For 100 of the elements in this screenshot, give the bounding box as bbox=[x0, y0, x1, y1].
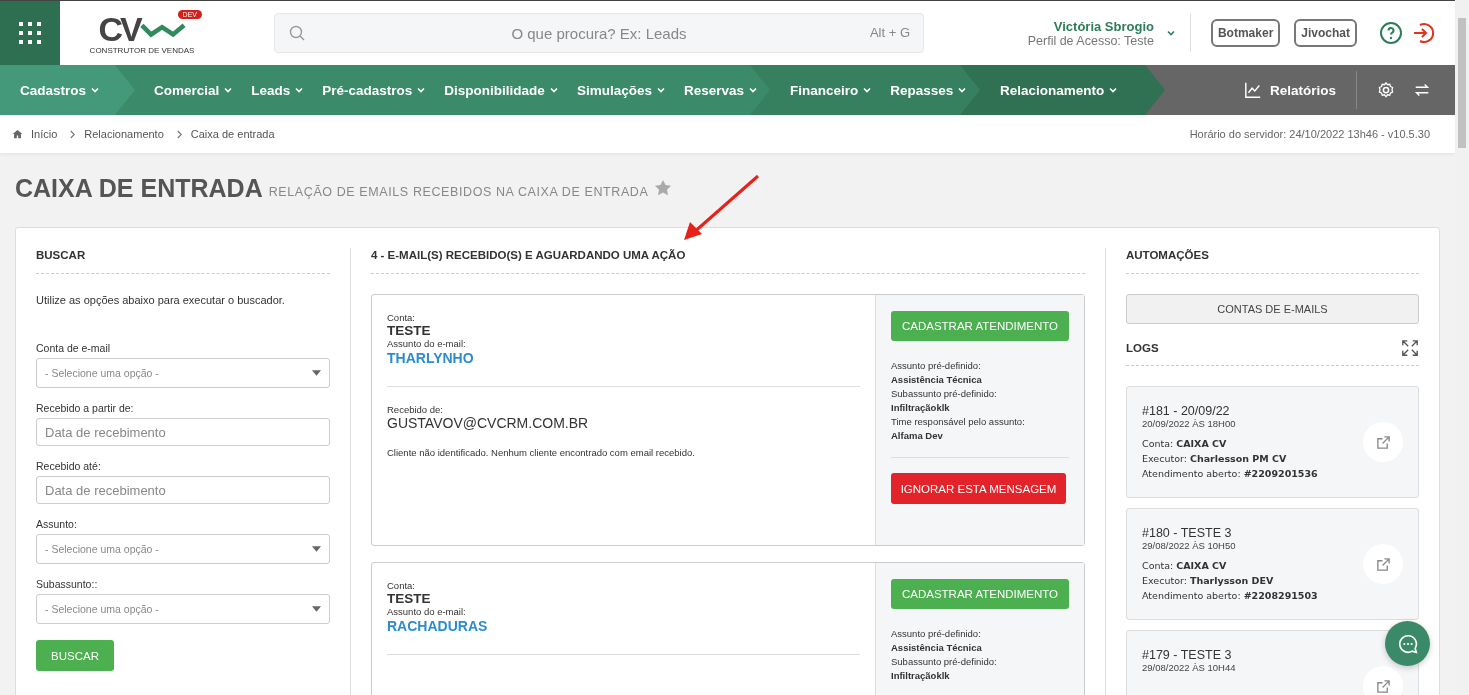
chat-service-button[interactable]: Jivochat bbox=[1294, 19, 1357, 47]
expand-icon[interactable] bbox=[1401, 339, 1419, 357]
section-heading: BUSCAR bbox=[36, 248, 330, 274]
register-button[interactable]: CADASTRAR ATENDIMENTO bbox=[891, 579, 1069, 609]
field-label: Subassunto pré-definido: bbox=[891, 387, 998, 401]
field-value: Assistência Técnica bbox=[891, 641, 983, 655]
chevron-down-icon bbox=[223, 85, 234, 95]
swap-icon[interactable] bbox=[1413, 81, 1431, 99]
field-value: Alfama Dev bbox=[891, 429, 944, 443]
shortcut-hint: Alt + G bbox=[869, 25, 910, 40]
log-title: #180 - TESTE 3 bbox=[1142, 526, 1233, 540]
chevron-down-icon bbox=[748, 85, 758, 95]
reports-link[interactable]: Relatórios bbox=[1243, 81, 1336, 99]
open-link-button[interactable] bbox=[1363, 422, 1403, 462]
breadcrumb-link[interactable]: Caixa de entrada bbox=[190, 128, 275, 140]
select-field[interactable]: - Selecione uma opção - bbox=[36, 534, 330, 564]
field-label: Assunto pré-definido: bbox=[891, 359, 982, 373]
log-title: #181 - 20/09/22 bbox=[1142, 404, 1231, 418]
nav-menu-item[interactable]: Leads bbox=[251, 82, 305, 98]
caret-icon bbox=[312, 546, 321, 552]
apps-menu-button[interactable] bbox=[0, 0, 60, 66]
date-input-field[interactable]: Data de recebimento bbox=[36, 418, 330, 446]
chevron-right-icon bbox=[175, 129, 183, 139]
field-value: Infiltraçãoklk bbox=[891, 401, 951, 415]
log-detail: Atendimento aberto: #2209201536 bbox=[1142, 467, 1319, 481]
field-label: Conta: bbox=[387, 580, 416, 591]
grid-icon bbox=[18, 21, 42, 45]
search-hint: Utilize as opções abaixo para executar o buscador. bbox=[36, 294, 286, 306]
field-label: Assunto do e-mail: bbox=[387, 606, 467, 617]
log-date: 20/09/2022 ÀS 18H00 bbox=[1142, 418, 1237, 429]
log-detail: Conta: CAIXA CV bbox=[1142, 559, 1228, 573]
external-link-icon bbox=[1375, 556, 1391, 572]
page-title: CAIXA DE ENTRADA bbox=[15, 173, 263, 203]
help-icon[interactable] bbox=[1379, 21, 1403, 45]
nav-menu-item[interactable]: Cadastros bbox=[20, 82, 101, 98]
external-link-icon bbox=[1375, 678, 1391, 694]
chat-bubble-icon bbox=[1396, 632, 1419, 655]
nav-menu-item[interactable]: Repasses bbox=[890, 82, 968, 98]
chat-service-button[interactable]: Botmaker bbox=[1210, 19, 1281, 47]
log-detail: Executor: Charlesson PM CV bbox=[1142, 452, 1288, 466]
nav-menu-item[interactable]: Financeiro bbox=[790, 82, 873, 98]
field-label: Recebido de: bbox=[387, 404, 444, 415]
ignore-button[interactable]: IGNORAR ESTA MENSAGEM bbox=[891, 473, 1066, 504]
chevron-down-icon bbox=[548, 85, 559, 95]
date-input-field[interactable]: Data de recebimento bbox=[36, 476, 330, 504]
field-label: Conta de e-mail bbox=[36, 342, 112, 354]
select-field[interactable]: - Selecione uma opção - bbox=[36, 594, 330, 624]
field-label: Assunto: bbox=[36, 518, 78, 530]
logout-icon[interactable] bbox=[1411, 21, 1435, 45]
log-detail: Atendimento aberto: #2208291503 bbox=[1142, 589, 1319, 603]
home-icon bbox=[12, 129, 23, 139]
breadcrumb-link[interactable]: Relacionamento bbox=[84, 128, 164, 140]
log-detail: Executor: Tharlysson DEV bbox=[1142, 574, 1275, 588]
chevron-right-icon bbox=[69, 129, 77, 139]
field-value: Assistência Técnica bbox=[891, 373, 983, 387]
log-date: 29/08/2022 ÀS 10H44 bbox=[1142, 662, 1237, 673]
nav-menu-item[interactable]: Disponibilidade bbox=[444, 82, 559, 98]
server-time: Horário do servidor: 24/10/2022 13h46 - v10.5.30 bbox=[1189, 128, 1430, 140]
sender-email: GUSTAVOV@CVCRM.COM.BR bbox=[387, 415, 590, 431]
log-date: 29/08/2022 ÀS 10H50 bbox=[1142, 540, 1237, 551]
register-button[interactable]: CADASTRAR ATENDIMENTO bbox=[891, 311, 1069, 341]
search-button[interactable]: BUSCAR bbox=[36, 640, 114, 671]
account-name: TESTE bbox=[387, 591, 432, 606]
email-accounts-button[interactable]: CONTAS DE E-MAILS bbox=[1126, 294, 1419, 324]
field-label: Assunto do e-mail: bbox=[387, 338, 467, 349]
email-subject-link[interactable]: THARLYNHO bbox=[387, 350, 860, 366]
field-label: Subassunto:: bbox=[36, 578, 99, 590]
chevron-down-icon bbox=[655, 85, 666, 95]
field-label: Recebido até: bbox=[36, 460, 102, 472]
settings-icon[interactable] bbox=[1377, 81, 1395, 99]
field-label: Assunto pré-definido: bbox=[891, 627, 982, 641]
open-link-button[interactable] bbox=[1363, 544, 1403, 584]
chevron-down-icon bbox=[294, 85, 305, 95]
breadcrumb-link[interactable]: Início bbox=[31, 128, 58, 140]
select-field[interactable]: - Selecione uma opção - bbox=[36, 358, 330, 388]
field-label: Time responsável pelo assunto: bbox=[891, 415, 1026, 429]
field-label: Recebido a partir de: bbox=[36, 402, 135, 414]
account-name: TESTE bbox=[387, 323, 432, 338]
nav-menu-item[interactable]: Comercial bbox=[154, 82, 234, 98]
chevron-down-icon bbox=[862, 85, 873, 95]
nav-menu-item[interactable]: Reservas bbox=[683, 82, 758, 98]
star-icon[interactable] bbox=[654, 179, 673, 197]
nav-menu-item[interactable]: Relacionamento bbox=[1000, 82, 1119, 98]
field-label: Conta: bbox=[387, 312, 416, 323]
nav-menu-item[interactable]: Pré-cadastros bbox=[322, 82, 427, 98]
section-heading: AUTOMAÇÕES bbox=[1126, 248, 1419, 274]
chevron-down-icon bbox=[90, 85, 101, 95]
line-chart-icon bbox=[1243, 81, 1262, 99]
open-link-button[interactable] bbox=[1363, 666, 1403, 695]
chevron-down-icon bbox=[1165, 28, 1176, 38]
external-link-icon bbox=[1375, 434, 1391, 450]
user-menu[interactable]: Victória Sbrogio Perfil de Acesso: Teste bbox=[1027, 18, 1176, 48]
email-subject-link[interactable]: RACHADURAS bbox=[387, 618, 860, 634]
section-heading: 4 - E-MAIL(S) RECEBIDO(S) E AGUARDANDO UMA AÇÃO bbox=[371, 248, 1085, 274]
caret-icon bbox=[312, 606, 321, 612]
nav-menu-item[interactable]: Simulações bbox=[576, 82, 666, 98]
log-title: #179 - TESTE 3 bbox=[1142, 648, 1233, 662]
client-note: Cliente não identificado. Nenhum cliente encontrado com email recebido. bbox=[387, 447, 696, 458]
logs-heading: LOGS bbox=[1126, 342, 1159, 354]
chevron-down-icon bbox=[1108, 85, 1119, 95]
